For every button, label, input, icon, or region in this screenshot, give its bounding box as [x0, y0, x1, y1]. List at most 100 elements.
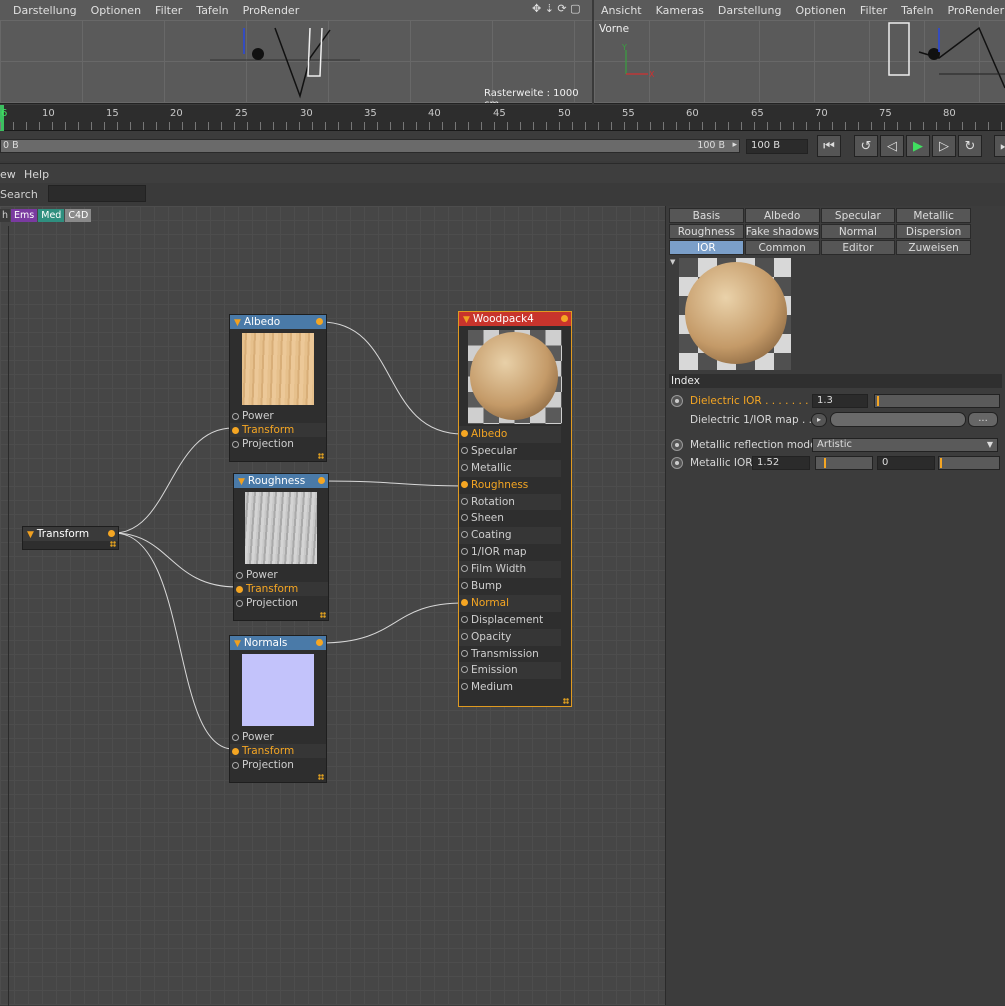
- tab-common[interactable]: Common: [744, 240, 820, 255]
- map-browse-button[interactable]: ...: [968, 412, 998, 427]
- collapse-icon[interactable]: ▼: [27, 530, 34, 540]
- preview-menu-icon[interactable]: ▼: [670, 258, 675, 266]
- port-roughness[interactable]: Roughness: [459, 477, 561, 494]
- port-medium[interactable]: Medium: [459, 679, 561, 696]
- port-projection[interactable]: Projection: [234, 596, 328, 610]
- roughness-node[interactable]: ▼ Roughness Power Transform Projection: [233, 473, 329, 621]
- transform-node[interactable]: ▼ Transform: [22, 526, 119, 550]
- tab-ior[interactable]: IOR: [669, 240, 744, 255]
- timeline-ruler[interactable]: 6 10 15 20 25 30 35 40 45 50 55 60 65 70 75 80: [0, 105, 1005, 131]
- collapse-icon[interactable]: ▼: [463, 315, 470, 325]
- viewport-nav-icons[interactable]: ✥ ⇣ ⟳ ▢: [532, 2, 581, 15]
- port-emission[interactable]: Emission: [459, 662, 561, 680]
- port-albedo[interactable]: Albedo: [459, 426, 561, 443]
- dielectric-ior-input[interactable]: 1.3: [812, 394, 868, 408]
- port-metallic[interactable]: Metallic: [459, 459, 561, 477]
- tab-dispersion[interactable]: Dispersion: [896, 224, 971, 239]
- resize-handle-icon[interactable]: [110, 541, 116, 547]
- slider-handle[interactable]: [824, 458, 826, 468]
- node-canvas[interactable]: h Ems Med C4D ▼Transform ▼Albedo Power: [0, 206, 665, 1006]
- tab-basis[interactable]: Basis: [669, 208, 744, 223]
- material-node-header[interactable]: ▼ Woodpack4: [459, 312, 571, 326]
- tab-normal[interactable]: Normal: [820, 224, 896, 239]
- dielectric-ior-slider[interactable]: [874, 394, 1000, 408]
- collapse-icon[interactable]: ▼: [234, 318, 241, 328]
- resize-handle-icon[interactable]: [320, 612, 326, 618]
- output-port[interactable]: [316, 318, 323, 325]
- metallic-ior-input[interactable]: 1.52: [752, 456, 810, 470]
- port-displacement[interactable]: Displacement: [459, 612, 561, 629]
- step-back-button[interactable]: ◁: [880, 135, 904, 157]
- left-viewport[interactable]: Darstellung Optionen Filter Tafeln ProRe…: [0, 0, 592, 104]
- metallic-mode-dropdown[interactable]: Artistic ▼: [812, 438, 998, 452]
- tab-fake-shadows[interactable]: Fake shadows: [744, 224, 820, 239]
- normals-node-header[interactable]: ▼ Normals: [230, 636, 326, 650]
- menu-prorender[interactable]: ProRender: [236, 4, 307, 17]
- loop-forward-button[interactable]: ↻: [958, 135, 982, 157]
- output-port[interactable]: [318, 477, 325, 484]
- material-node[interactable]: ▼ Woodpack4 Albedo Specular Metallic Roughne…: [458, 311, 572, 707]
- port-1-ior-map[interactable]: 1/IOR map: [459, 544, 561, 561]
- port-sheen[interactable]: Sheen: [459, 510, 561, 527]
- port-power[interactable]: Power: [230, 409, 326, 423]
- port-rotation[interactable]: Rotation: [459, 493, 561, 511]
- tab-editor[interactable]: Editor: [820, 240, 896, 255]
- right-viewport[interactable]: Ansicht Kameras Darstellung Optionen Fil…: [594, 0, 1005, 104]
- metallic-ior-slider[interactable]: [815, 456, 873, 470]
- menu-help[interactable]: Help: [24, 168, 49, 181]
- range-slider[interactable]: 0 B 100 B ▸: [0, 139, 740, 153]
- roughness-node-header[interactable]: ▼ Roughness: [234, 474, 328, 488]
- port-transform[interactable]: Transform: [234, 582, 328, 596]
- port-normal[interactable]: Normal: [459, 594, 561, 612]
- dielectric-ior-animate-toggle[interactable]: [671, 395, 683, 407]
- tab-albedo[interactable]: Albedo: [744, 208, 820, 223]
- go-to-end-button[interactable]: ⏭: [994, 135, 1005, 157]
- menu-tafeln[interactable]: Tafeln: [189, 4, 235, 17]
- menu-filter[interactable]: Filter: [148, 4, 189, 17]
- resize-handle-icon[interactable]: [318, 453, 324, 459]
- menu-filter[interactable]: Filter: [853, 4, 894, 17]
- tab-zuweisen[interactable]: Zuweisen: [896, 240, 971, 255]
- end-frame-field[interactable]: 100 B: [746, 139, 808, 154]
- port-transform[interactable]: Transform: [230, 744, 326, 758]
- slider-handle[interactable]: [877, 396, 879, 406]
- albedo-node[interactable]: ▼ Albedo Power Transform Projection: [229, 314, 327, 462]
- range-handle-icon[interactable]: ▸: [732, 140, 737, 150]
- metallic-mode-animate-toggle[interactable]: [671, 439, 683, 451]
- port-power[interactable]: Power: [234, 568, 328, 582]
- step-forward-button[interactable]: ▷: [932, 135, 956, 157]
- transform-node-header[interactable]: ▼ Transform: [23, 527, 118, 541]
- go-to-start-button[interactable]: ⏮: [817, 135, 841, 157]
- resize-handle-icon[interactable]: [563, 698, 569, 704]
- menu-view[interactable]: ew: [0, 168, 16, 181]
- resize-handle-icon[interactable]: [318, 774, 324, 780]
- search-input[interactable]: [48, 185, 146, 202]
- port-projection[interactable]: Projection: [230, 437, 326, 451]
- tab-roughness[interactable]: Roughness: [669, 224, 744, 239]
- metallic-ior-slider-2[interactable]: [938, 456, 1000, 470]
- port-power[interactable]: Power: [230, 730, 326, 744]
- tab-specular[interactable]: Specular: [820, 208, 896, 223]
- collapse-icon[interactable]: ▼: [234, 639, 241, 649]
- port-film-width[interactable]: Film Width: [459, 561, 561, 579]
- port-transmission[interactable]: Transmission: [459, 646, 561, 663]
- collapse-icon[interactable]: ▼: [238, 477, 245, 487]
- tab-metallic[interactable]: Metallic: [896, 208, 971, 223]
- output-port[interactable]: [108, 530, 115, 537]
- loop-back-button[interactable]: ↺: [854, 135, 878, 157]
- menu-ansicht[interactable]: Ansicht: [594, 4, 649, 17]
- port-projection[interactable]: Projection: [230, 758, 326, 772]
- menu-darstellung[interactable]: Darstellung: [711, 4, 789, 17]
- menu-darstellung[interactable]: Darstellung: [0, 4, 84, 17]
- slider-handle[interactable]: [940, 458, 942, 468]
- menu-prorender[interactable]: ProRender: [940, 4, 1005, 17]
- normals-node[interactable]: ▼ Normals Power Transform Projection: [229, 635, 327, 783]
- port-coating[interactable]: Coating: [459, 527, 561, 545]
- menu-optionen[interactable]: Optionen: [84, 4, 148, 17]
- output-port[interactable]: [316, 639, 323, 646]
- port-specular[interactable]: Specular: [459, 443, 561, 460]
- port-opacity[interactable]: Opacity: [459, 628, 561, 646]
- metallic-ior-animate-toggle[interactable]: [671, 457, 683, 469]
- menu-tafeln[interactable]: Tafeln: [894, 4, 940, 17]
- play-button[interactable]: ▶: [906, 135, 930, 157]
